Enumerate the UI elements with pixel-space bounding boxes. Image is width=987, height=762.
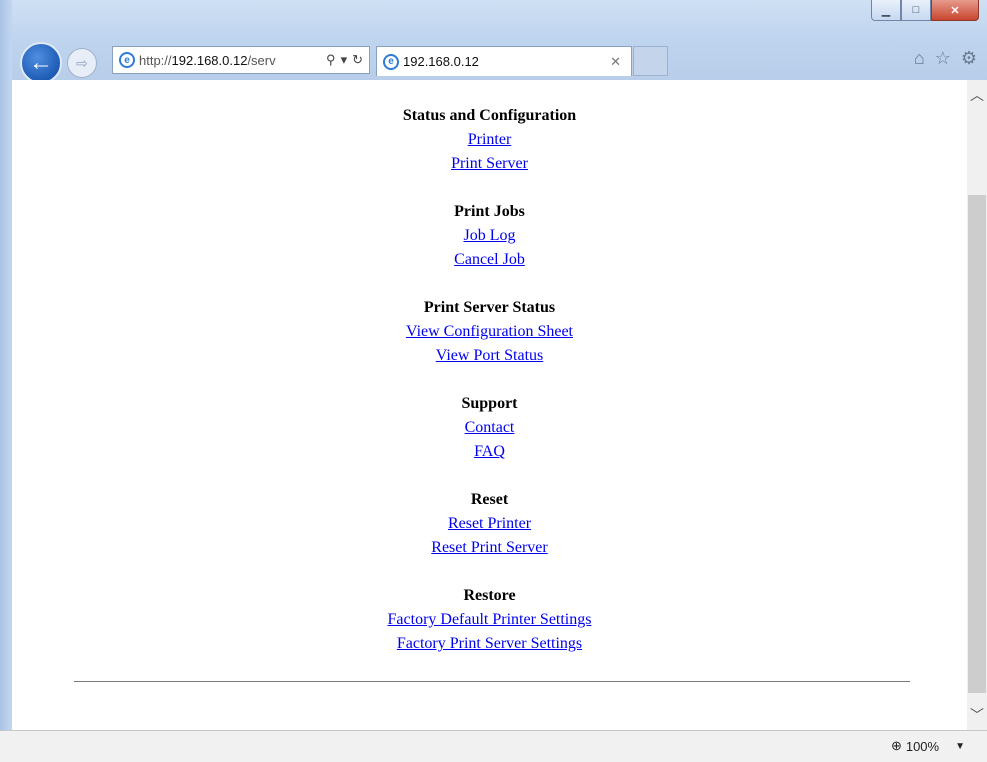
link-reset-printer[interactable]: Reset Printer bbox=[12, 512, 967, 536]
scroll-thumb[interactable] bbox=[968, 195, 986, 693]
link-contact[interactable]: Contact bbox=[12, 416, 967, 440]
link-cancel-job[interactable]: Cancel Job bbox=[12, 248, 967, 272]
section-reset: Reset Reset Printer Reset Print Server bbox=[12, 488, 967, 560]
scroll-down-icon[interactable]: ﹀ bbox=[967, 700, 987, 730]
forward-button[interactable]: ⇨ bbox=[67, 48, 97, 78]
scroll-up-icon[interactable]: ︿ bbox=[967, 80, 987, 110]
home-icon[interactable]: ⌂ bbox=[914, 48, 925, 69]
address-bar[interactable]: e http://192.168.0.12/serv ⚲ ▾ ↻ bbox=[112, 46, 370, 74]
new-tab-button[interactable] bbox=[633, 46, 668, 76]
link-view-port-status[interactable]: View Port Status bbox=[12, 344, 967, 368]
window-frame-left bbox=[0, 0, 12, 762]
section-heading: Status and Configuration bbox=[402, 107, 577, 124]
zoom-dropdown-icon[interactable]: ▼ bbox=[955, 741, 965, 752]
minimize-button[interactable]: ▁ bbox=[871, 0, 901, 21]
page-body: Status and Configuration Printer Print S… bbox=[12, 80, 967, 656]
section-heading: Support bbox=[461, 395, 518, 412]
dropdown-icon[interactable]: ▾ bbox=[341, 52, 348, 68]
section-support: Support Contact FAQ bbox=[12, 392, 967, 464]
link-factory-default-printer-settings[interactable]: Factory Default Printer Settings bbox=[12, 608, 967, 632]
horizontal-rule bbox=[74, 681, 910, 682]
link-job-log[interactable]: Job Log bbox=[12, 224, 967, 248]
back-arrow-icon: ← bbox=[29, 49, 53, 76]
link-faq[interactable]: FAQ bbox=[12, 440, 967, 464]
tab-ie-icon: e bbox=[383, 53, 399, 70]
address-tools: ⚲ ▾ ↻ bbox=[326, 52, 369, 68]
link-print-server[interactable]: Print Server bbox=[12, 152, 967, 176]
window-controls: ▁ □ ✕ bbox=[871, 0, 979, 22]
zoom-level: 100% bbox=[905, 738, 940, 754]
zoom-icon: ⊕ bbox=[890, 738, 902, 753]
section-heading: Print Server Status bbox=[423, 299, 556, 316]
section-print-server-status: Print Server Status View Configuration S… bbox=[12, 296, 967, 368]
ie-page-icon: e bbox=[119, 52, 135, 68]
close-button[interactable]: ✕ bbox=[931, 0, 979, 21]
search-icon[interactable]: ⚲ bbox=[326, 52, 336, 68]
forward-arrow-icon: ⇨ bbox=[76, 54, 88, 71]
section-heading: Restore bbox=[463, 587, 516, 604]
status-bar: ⊕ 100% ▼ bbox=[0, 730, 987, 762]
section-heading: Print Jobs bbox=[454, 203, 525, 220]
page-content: Status and Configuration Printer Print S… bbox=[12, 80, 967, 730]
zoom-control[interactable]: ⊕ 100% ▼ bbox=[891, 738, 965, 754]
favorites-star-icon[interactable]: ☆ bbox=[935, 48, 951, 69]
link-view-configuration-sheet[interactable]: View Configuration Sheet bbox=[12, 320, 967, 344]
browser-window: ▁ □ ✕ ← ⇨ e http://192.168.0.12/serv ⚲ ▾… bbox=[0, 0, 987, 762]
link-reset-print-server[interactable]: Reset Print Server bbox=[12, 536, 967, 560]
link-printer[interactable]: Printer bbox=[12, 128, 967, 152]
tab-title: 192.168.0.12 bbox=[403, 54, 479, 69]
tab-close-icon[interactable]: ✕ bbox=[610, 54, 621, 70]
section-print-jobs: Print Jobs Job Log Cancel Job bbox=[12, 200, 967, 272]
gear-icon[interactable]: ⚙ bbox=[961, 48, 977, 69]
maximize-button[interactable]: □ bbox=[901, 0, 931, 21]
section-heading: Reset bbox=[470, 491, 509, 508]
tab-active[interactable]: e 192.168.0.12 ✕ bbox=[376, 46, 632, 76]
vertical-scrollbar[interactable]: ︿ ﹀ bbox=[967, 80, 987, 730]
link-factory-print-server-settings[interactable]: Factory Print Server Settings bbox=[12, 632, 967, 656]
back-button[interactable]: ← bbox=[20, 42, 62, 84]
section-status-configuration: Status and Configuration Printer Print S… bbox=[12, 104, 967, 176]
refresh-icon[interactable]: ↻ bbox=[352, 52, 363, 68]
address-url[interactable]: http://192.168.0.12/serv bbox=[139, 53, 326, 68]
section-restore: Restore Factory Default Printer Settings… bbox=[12, 584, 967, 656]
browser-toolbar-right: ⌂ ☆ ⚙ bbox=[914, 48, 977, 69]
